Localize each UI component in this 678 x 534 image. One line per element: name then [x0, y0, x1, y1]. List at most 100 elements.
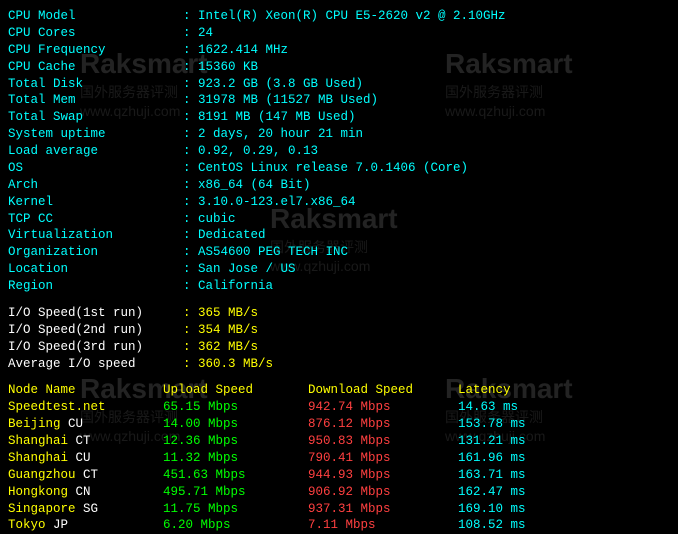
speed-upload: 11.32 Mbps	[163, 450, 308, 467]
speed-upload: 6.20 Mbps	[163, 517, 308, 534]
sysinfo-value: San Jose / US	[198, 261, 296, 278]
sysinfo-value: California	[198, 278, 273, 295]
sysinfo-row: Load average:0.92, 0.29, 0.13	[8, 143, 670, 160]
sysinfo-row: Region:California	[8, 278, 670, 295]
speedtest-row: Tokyo JP6.20 Mbps7.11 Mbps108.52 ms	[8, 517, 670, 534]
sysinfo-label: CPU Cache	[8, 59, 183, 76]
sysinfo-label: Total Disk	[8, 76, 183, 93]
sysinfo-label: Kernel	[8, 194, 183, 211]
sysinfo-row: System uptime:2 days, 20 hour 21 min	[8, 126, 670, 143]
speed-latency: 162.47 ms	[458, 484, 608, 501]
sysinfo-label: Virtualization	[8, 227, 183, 244]
colon: :	[183, 356, 198, 373]
io-speed-section: I/O Speed(1st run):365 MB/sI/O Speed(2nd…	[8, 305, 670, 373]
sysinfo-value: 2 days, 20 hour 21 min	[198, 126, 363, 143]
colon: :	[183, 160, 198, 177]
speed-download: 7.11 Mbps	[308, 517, 458, 534]
sysinfo-value: 15360 KB	[198, 59, 258, 76]
colon: :	[183, 177, 198, 194]
sysinfo-value: CentOS Linux release 7.0.1406 (Core)	[198, 160, 468, 177]
speed-upload: 12.36 Mbps	[163, 433, 308, 450]
sysinfo-value: 8191 MB (147 MB Used)	[198, 109, 356, 126]
speed-latency: 153.78 ms	[458, 416, 608, 433]
sysinfo-label: CPU Frequency	[8, 42, 183, 59]
colon: :	[183, 76, 198, 93]
speed-upload: 495.71 Mbps	[163, 484, 308, 501]
io-label: I/O Speed(2nd run)	[8, 322, 183, 339]
sysinfo-label: Arch	[8, 177, 183, 194]
header-upload: Upload Speed	[163, 382, 308, 399]
sysinfo-row: OS:CentOS Linux release 7.0.1406 (Core)	[8, 160, 670, 177]
sysinfo-label: OS	[8, 160, 183, 177]
sysinfo-row: CPU Cores:24	[8, 25, 670, 42]
speed-download: 942.74 Mbps	[308, 399, 458, 416]
speedtest-section: Node NameUpload SpeedDownload SpeedLaten…	[8, 382, 670, 534]
speed-node: Beijing CU	[8, 416, 163, 433]
speed-node: Shanghai CT	[8, 433, 163, 450]
colon: :	[183, 339, 198, 356]
speed-node: Tokyo JP	[8, 517, 163, 534]
speed-node: Shanghai CU	[8, 450, 163, 467]
io-row: I/O Speed(2nd run):354 MB/s	[8, 322, 670, 339]
io-label: Average I/O speed	[8, 356, 183, 373]
speedtest-row: Shanghai CT12.36 Mbps950.83 Mbps131.21 m…	[8, 433, 670, 450]
colon: :	[183, 194, 198, 211]
header-download: Download Speed	[308, 382, 458, 399]
sysinfo-value: 923.2 GB (3.8 GB Used)	[198, 76, 363, 93]
io-label: I/O Speed(3rd run)	[8, 339, 183, 356]
colon: :	[183, 8, 198, 25]
speed-download: 937.31 Mbps	[308, 501, 458, 518]
sysinfo-row: CPU Frequency:1622.414 MHz	[8, 42, 670, 59]
speed-latency: 163.71 ms	[458, 467, 608, 484]
speedtest-row: Shanghai CU11.32 Mbps790.41 Mbps161.96 m…	[8, 450, 670, 467]
sysinfo-label: Organization	[8, 244, 183, 261]
speedtest-row: Guangzhou CT451.63 Mbps944.93 Mbps163.71…	[8, 467, 670, 484]
sysinfo-row: CPU Cache:15360 KB	[8, 59, 670, 76]
speed-latency: 169.10 ms	[458, 501, 608, 518]
speed-latency: 161.96 ms	[458, 450, 608, 467]
io-value: 362 MB/s	[198, 339, 258, 356]
speed-download: 950.83 Mbps	[308, 433, 458, 450]
io-row: I/O Speed(3rd run):362 MB/s	[8, 339, 670, 356]
colon: :	[183, 227, 198, 244]
speed-latency: 131.21 ms	[458, 433, 608, 450]
sysinfo-row: Location:San Jose / US	[8, 261, 670, 278]
sysinfo-label: Total Swap	[8, 109, 183, 126]
colon: :	[183, 211, 198, 228]
sysinfo-label: Total Mem	[8, 92, 183, 109]
sysinfo-label: CPU Cores	[8, 25, 183, 42]
io-row: I/O Speed(1st run):365 MB/s	[8, 305, 670, 322]
speed-download: 906.92 Mbps	[308, 484, 458, 501]
sysinfo-label: Location	[8, 261, 183, 278]
speed-latency: 108.52 ms	[458, 517, 608, 534]
speed-node: Hongkong CN	[8, 484, 163, 501]
speed-upload: 451.63 Mbps	[163, 467, 308, 484]
colon: :	[183, 305, 198, 322]
speedtest-row: Speedtest.net65.15 Mbps942.74 Mbps14.63 …	[8, 399, 670, 416]
sysinfo-row: CPU Model:Intel(R) Xeon(R) CPU E5-2620 v…	[8, 8, 670, 25]
sysinfo-label: CPU Model	[8, 8, 183, 25]
sysinfo-value: cubic	[198, 211, 236, 228]
sysinfo-row: Total Swap:8191 MB (147 MB Used)	[8, 109, 670, 126]
sysinfo-label: Load average	[8, 143, 183, 160]
sysinfo-value: 31978 MB (11527 MB Used)	[198, 92, 378, 109]
colon: :	[183, 322, 198, 339]
sysinfo-value: 0.92, 0.29, 0.13	[198, 143, 318, 160]
io-value: 354 MB/s	[198, 322, 258, 339]
speedtest-header: Node NameUpload SpeedDownload SpeedLaten…	[8, 382, 670, 399]
sysinfo-row: Kernel:3.10.0-123.el7.x86_64	[8, 194, 670, 211]
sysinfo-row: Virtualization:Dedicated	[8, 227, 670, 244]
sysinfo-value: Dedicated	[198, 227, 266, 244]
speed-latency: 14.63 ms	[458, 399, 608, 416]
sysinfo-label: TCP CC	[8, 211, 183, 228]
speedtest-row: Singapore SG11.75 Mbps937.31 Mbps169.10 …	[8, 501, 670, 518]
sysinfo-label: System uptime	[8, 126, 183, 143]
colon: :	[183, 261, 198, 278]
io-label: I/O Speed(1st run)	[8, 305, 183, 322]
colon: :	[183, 278, 198, 295]
colon: :	[183, 42, 198, 59]
colon: :	[183, 126, 198, 143]
sysinfo-value: 24	[198, 25, 213, 42]
header-node: Node Name	[8, 382, 163, 399]
speed-download: 876.12 Mbps	[308, 416, 458, 433]
